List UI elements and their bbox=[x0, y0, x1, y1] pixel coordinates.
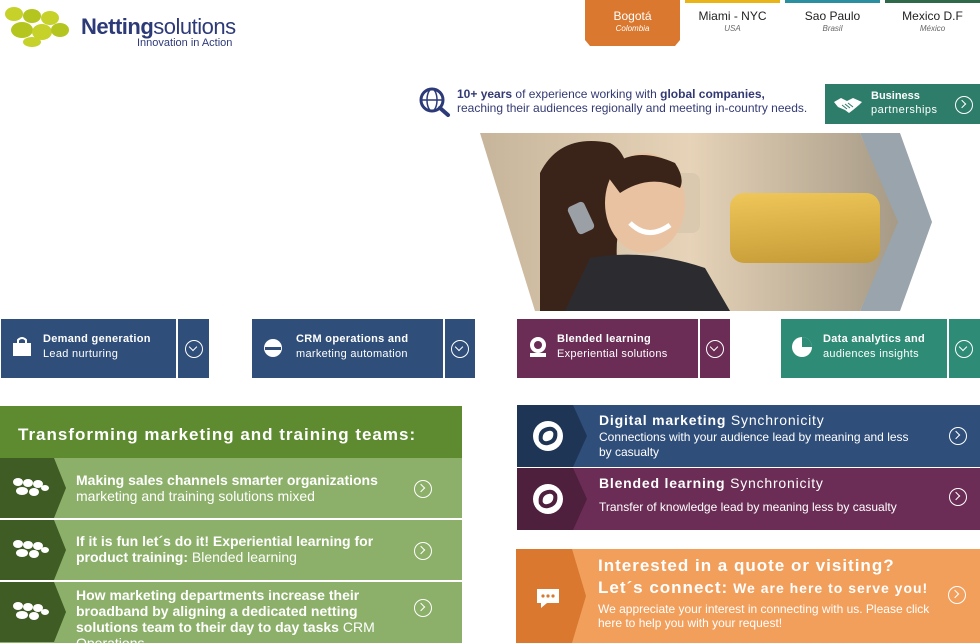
active-tab-pointer bbox=[585, 40, 680, 46]
list-item-experiential-learning[interactable]: If it is fun let´s do it! Experiential l… bbox=[0, 520, 462, 580]
logo-mark-icon bbox=[5, 7, 69, 47]
blended-learning-item[interactable]: Blended learning Synchronicity Transfer … bbox=[517, 468, 980, 530]
arrow-circle-icon bbox=[955, 96, 973, 114]
service-title: Data analytics and bbox=[823, 333, 925, 345]
city-country: USA bbox=[724, 24, 741, 33]
business-line2: partnerships bbox=[871, 104, 938, 116]
quote-title: Interested in a quote or visiting? bbox=[598, 556, 895, 575]
city-name: Mexico D.F bbox=[902, 9, 963, 23]
headset-icon bbox=[264, 339, 282, 357]
service-title: CRM operations and bbox=[296, 333, 409, 345]
list-item-sales-channels[interactable]: Making sales channels smarter organizati… bbox=[0, 458, 462, 518]
side-tab bbox=[0, 582, 66, 642]
experience-text: 10+ years of experience working with glo… bbox=[457, 87, 808, 115]
service-go bbox=[949, 319, 980, 378]
side-tab bbox=[516, 549, 586, 643]
arrow-circle-icon bbox=[948, 586, 966, 604]
item-subtitle: Connections with your audience lead by m… bbox=[599, 430, 909, 459]
quote-subtitle: Let´s connect: We are here to serve you! bbox=[598, 578, 929, 597]
city-name: Miami - NYC bbox=[698, 9, 767, 23]
chevron-down-circle-icon bbox=[185, 340, 203, 358]
transforming-heading: Transforming marketing and training team… bbox=[0, 406, 462, 458]
service-title: Blended learning bbox=[557, 333, 652, 345]
city-tab-bogota[interactable]: Bogotá Colombia bbox=[585, 0, 680, 40]
award-icon bbox=[530, 337, 546, 357]
city-color-bar bbox=[885, 0, 980, 3]
hero-image bbox=[480, 133, 932, 311]
city-color-bar bbox=[785, 0, 880, 3]
digital-marketing-item[interactable]: Digital marketing Synchronicity Connecti… bbox=[517, 405, 980, 467]
service-go bbox=[700, 319, 730, 378]
pie-chart-icon bbox=[792, 337, 812, 357]
logo[interactable]: Nettingsolutions Innovation in Action bbox=[2, 4, 242, 50]
list-item-text: Making sales channels smarter organizati… bbox=[76, 472, 378, 504]
service-title: Demand generation bbox=[43, 333, 151, 345]
chevron-down-circle-icon bbox=[955, 340, 973, 358]
business-line1: Business bbox=[871, 90, 920, 102]
shopping-bag-icon bbox=[13, 337, 31, 356]
city-name: Bogotá bbox=[613, 9, 652, 23]
quote-contact-button[interactable]: Interested in a quote or visiting? Let´s… bbox=[516, 549, 980, 643]
arrow-circle-icon bbox=[414, 480, 432, 498]
service-main: CRM operations and marketing automation bbox=[252, 319, 443, 378]
item-title: Blended learning Synchronicity bbox=[599, 475, 824, 491]
side-tab bbox=[0, 458, 66, 518]
service-subtitle: marketing automation bbox=[296, 348, 408, 360]
side-tab bbox=[0, 520, 66, 580]
service-go bbox=[445, 319, 475, 378]
service-go bbox=[178, 319, 209, 378]
arrow-circle-icon bbox=[414, 542, 432, 560]
chevron-down-circle-icon bbox=[451, 340, 469, 358]
service-subtitle: Experiential solutions bbox=[557, 348, 668, 360]
list-item-text: How marketing departments increase their… bbox=[76, 587, 375, 643]
arrow-circle-icon bbox=[949, 427, 967, 445]
city-tab-mexico[interactable]: Mexico D.F México bbox=[885, 0, 980, 40]
chevron-down-circle-icon bbox=[706, 340, 724, 358]
quote-body: We appreciate your interest in connectin… bbox=[598, 602, 930, 630]
service-main: Data analytics and audiences insights bbox=[781, 319, 947, 378]
service-blended-learning[interactable]: Blended learning Experiential solutions bbox=[517, 319, 730, 378]
service-main: Demand generation Lead nurturing bbox=[1, 319, 176, 378]
arrow-circle-icon bbox=[414, 599, 432, 617]
side-tab bbox=[517, 405, 587, 467]
service-data-analytics[interactable]: Data analytics and audiences insights bbox=[781, 319, 980, 378]
arrow-circle-icon bbox=[949, 488, 967, 506]
section-heading: Transforming marketing and training team… bbox=[18, 425, 417, 444]
service-subtitle: Lead nurturing bbox=[43, 348, 119, 360]
city-color-bar bbox=[685, 0, 780, 3]
city-name: Sao Paulo bbox=[804, 9, 861, 23]
item-title: Digital marketing Synchronicity bbox=[599, 412, 825, 428]
list-item-marketing-departments[interactable]: How marketing departments increase their… bbox=[0, 582, 462, 643]
city-country: Brasil bbox=[822, 24, 843, 33]
service-subtitle: audiences insights bbox=[823, 348, 919, 360]
service-crm-operations[interactable]: CRM operations and marketing automation bbox=[252, 319, 475, 378]
city-tab-sao-paulo[interactable]: Sao Paulo Brasil bbox=[785, 0, 880, 40]
global-search-icon bbox=[419, 87, 450, 117]
business-partnerships-button[interactable]: Business partnerships bbox=[825, 84, 980, 124]
service-main: Blended learning Experiential solutions bbox=[517, 319, 698, 378]
list-item-text: If it is fun let´s do it! Experiential l… bbox=[76, 533, 374, 565]
item-subtitle: Transfer of knowledge lead by meaning le… bbox=[599, 500, 897, 514]
city-country: México bbox=[919, 24, 946, 33]
logo-tagline: Innovation in Action bbox=[137, 37, 233, 49]
handshake-icon bbox=[834, 98, 862, 113]
city-country: Colombia bbox=[615, 24, 650, 33]
side-tab bbox=[517, 468, 587, 530]
service-demand-generation[interactable]: Demand generation Lead nurturing bbox=[1, 319, 209, 378]
city-tab-miami[interactable]: Miami - NYC USA bbox=[685, 0, 780, 40]
